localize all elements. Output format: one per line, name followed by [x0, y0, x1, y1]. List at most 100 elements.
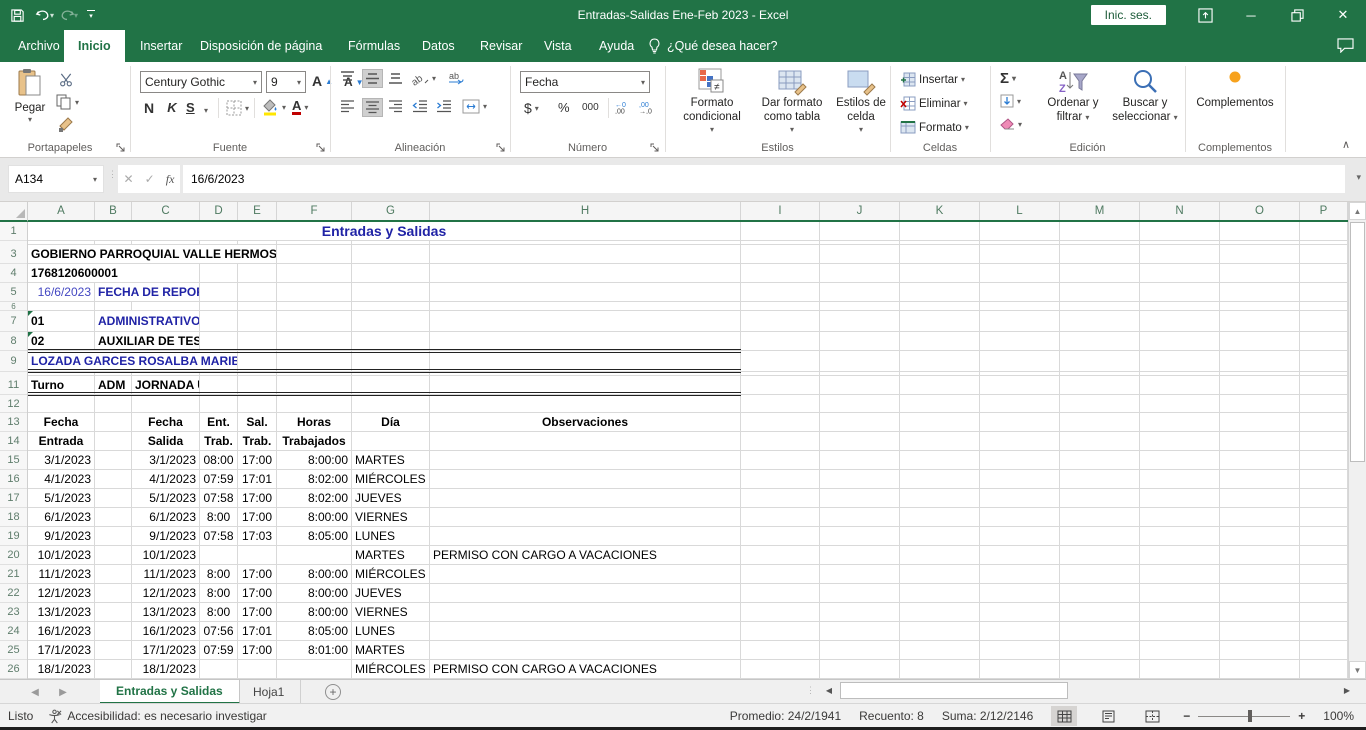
cell-A14[interactable]: Entrada — [28, 432, 94, 450]
row-header-24[interactable]: 24 — [0, 622, 27, 641]
cell-E23[interactable]: 17:00 — [238, 603, 276, 621]
font-name-combo[interactable]: Century Gothic▾ — [140, 71, 262, 93]
cell-A5[interactable]: 16/6/2023 — [28, 283, 94, 301]
minimize-button[interactable]: ─ — [1228, 0, 1274, 30]
format-cells-button[interactable]: Formato▾ — [900, 120, 969, 135]
row-header-17[interactable]: 17 — [0, 489, 27, 508]
accessibility-status[interactable]: Accesibilidad: es necesario investigar — [47, 709, 266, 724]
cut-button[interactable] — [58, 72, 74, 87]
tab-strip-divider[interactable]: ⋮ — [806, 685, 815, 696]
cell-A1[interactable]: Entradas y Salidas — [28, 222, 740, 240]
vertical-scrollbar[interactable]: ▲ ▼ — [1348, 202, 1366, 679]
merge-center-button[interactable]: ▾ — [462, 99, 487, 114]
row-header-22[interactable]: 22 — [0, 584, 27, 603]
orientation-button[interactable]: ab ▾ — [412, 71, 436, 86]
cell-G18[interactable]: VIERNES — [352, 508, 429, 526]
cell-F21[interactable]: 8:00:00 — [277, 565, 351, 583]
page-layout-view-icon[interactable] — [1095, 706, 1121, 726]
cell-A4[interactable]: 1768120600001 — [28, 264, 199, 282]
font-color-button[interactable]: A ▾ — [292, 99, 308, 115]
row-header-26[interactable]: 26 — [0, 660, 27, 679]
clipboard-dialog-launcher-icon[interactable] — [116, 143, 127, 154]
column-header-G[interactable]: G — [352, 202, 430, 220]
cell-F15[interactable]: 8:00:00 — [277, 451, 351, 469]
vertical-scroll-thumb[interactable] — [1350, 222, 1365, 462]
cell-A23[interactable]: 13/1/2023 — [28, 603, 94, 621]
zoom-level[interactable]: 100% — [1323, 709, 1354, 723]
column-header-I[interactable]: I — [741, 202, 820, 220]
cell-C22[interactable]: 12/1/2023 — [132, 584, 199, 602]
cell-A19[interactable]: 9/1/2023 — [28, 527, 94, 545]
cell-styles-button[interactable]: Estilos de celda ▾ — [836, 68, 886, 134]
decrease-decimal-button[interactable]: ,00→,0 — [638, 100, 658, 114]
align-right-button[interactable] — [388, 100, 403, 113]
cell-A25[interactable]: 17/1/2023 — [28, 641, 94, 659]
row-header-5[interactable]: 5 — [0, 283, 27, 302]
cell-A16[interactable]: 4/1/2023 — [28, 470, 94, 488]
percent-button[interactable]: % — [558, 100, 570, 115]
row-header-13[interactable]: 13 — [0, 413, 27, 432]
cell-C24[interactable]: 16/1/2023 — [132, 622, 199, 640]
column-header-E[interactable]: E — [238, 202, 277, 220]
tab-formulas[interactable]: Fórmulas — [334, 30, 414, 62]
name-box[interactable]: A134 ▾ — [8, 165, 104, 193]
cell-E17[interactable]: 17:00 — [238, 489, 276, 507]
italic-button[interactable]: K — [164, 100, 180, 115]
row-header-15[interactable]: 15 — [0, 451, 27, 470]
row-header-16[interactable]: 16 — [0, 470, 27, 489]
row-header-18[interactable]: 18 — [0, 508, 27, 527]
comments-icon[interactable] — [1337, 38, 1354, 58]
column-header-F[interactable]: F — [277, 202, 352, 220]
tab-inicio[interactable]: Inicio — [64, 30, 125, 62]
cell-C19[interactable]: 9/1/2023 — [132, 527, 199, 545]
cell-G21[interactable]: MIÉRCOLES — [352, 565, 429, 583]
column-header-C[interactable]: C — [132, 202, 200, 220]
row-header-21[interactable]: 21 — [0, 565, 27, 584]
cell-C17[interactable]: 5/1/2023 — [132, 489, 199, 507]
cell-D19[interactable]: 07:58 — [200, 527, 237, 545]
cell-E16[interactable]: 17:01 — [238, 470, 276, 488]
row-header-1[interactable]: 1 — [0, 222, 27, 241]
tab-revisar[interactable]: Revisar — [466, 30, 536, 62]
increase-indent-button[interactable] — [436, 100, 452, 113]
cell-D14[interactable]: Trab. — [200, 432, 237, 450]
column-header-B[interactable]: B — [95, 202, 132, 220]
cell-D16[interactable]: 07:59 — [200, 470, 237, 488]
cell-C23[interactable]: 13/1/2023 — [132, 603, 199, 621]
cell-E18[interactable]: 17:00 — [238, 508, 276, 526]
cell-D18[interactable]: 8:00 — [200, 508, 237, 526]
column-header-N[interactable]: N — [1140, 202, 1220, 220]
cell-E13[interactable]: Sal. — [238, 413, 276, 431]
cell-C26[interactable]: 18/1/2023 — [132, 660, 199, 678]
currency-button[interactable]: $ ▾ — [524, 100, 539, 116]
cell-G23[interactable]: VIERNES — [352, 603, 429, 621]
cell-G26[interactable]: MIÉRCOLES — [352, 660, 429, 678]
column-header-L[interactable]: L — [980, 202, 1060, 220]
cell-F16[interactable]: 8:02:00 — [277, 470, 351, 488]
tab-ayuda[interactable]: Ayuda — [585, 30, 648, 62]
cell-A13[interactable]: Fecha — [28, 413, 94, 431]
confirm-entry-icon[interactable]: ✓ — [145, 172, 155, 186]
row-header-19[interactable]: 19 — [0, 527, 27, 546]
tell-me-box[interactable]: ¿Qué desea hacer? — [648, 30, 778, 62]
cell-A7[interactable]: 01 — [28, 311, 94, 331]
scroll-right-icon[interactable]: ▶ — [1338, 682, 1356, 699]
cell-A9[interactable]: LOZADA GARCES ROSALBA MARIBEL — [28, 351, 237, 371]
clear-button[interactable]: ▾ — [1000, 118, 1022, 131]
cell-E22[interactable]: 17:00 — [238, 584, 276, 602]
column-header-K[interactable]: K — [900, 202, 980, 220]
font-dialog-launcher-icon[interactable] — [316, 143, 327, 154]
conditional-formatting-button[interactable]: ≠ Formato condicional ▾ — [676, 68, 748, 134]
collapse-ribbon-icon[interactable]: ∧ — [1342, 138, 1350, 151]
worksheet-grid[interactable]: Entradas y SalidasGOBIERNO PARROQUIAL VA… — [28, 222, 1348, 679]
column-header-A[interactable]: A — [28, 202, 95, 220]
cell-G22[interactable]: JUEVES — [352, 584, 429, 602]
sort-filter-button[interactable]: A Z Ordenar y filtrar ▾ — [1040, 68, 1106, 125]
scroll-up-icon[interactable]: ▲ — [1349, 202, 1366, 220]
delete-cells-button[interactable]: Eliminar▾ — [900, 96, 968, 111]
cell-C13[interactable]: Fecha — [132, 413, 199, 431]
ribbon-display-options-icon[interactable] — [1182, 0, 1228, 30]
cell-E24[interactable]: 17:01 — [238, 622, 276, 640]
sheet-tab-entradas[interactable]: Entradas y Salidas — [100, 680, 240, 704]
page-break-view-icon[interactable] — [1139, 706, 1165, 726]
